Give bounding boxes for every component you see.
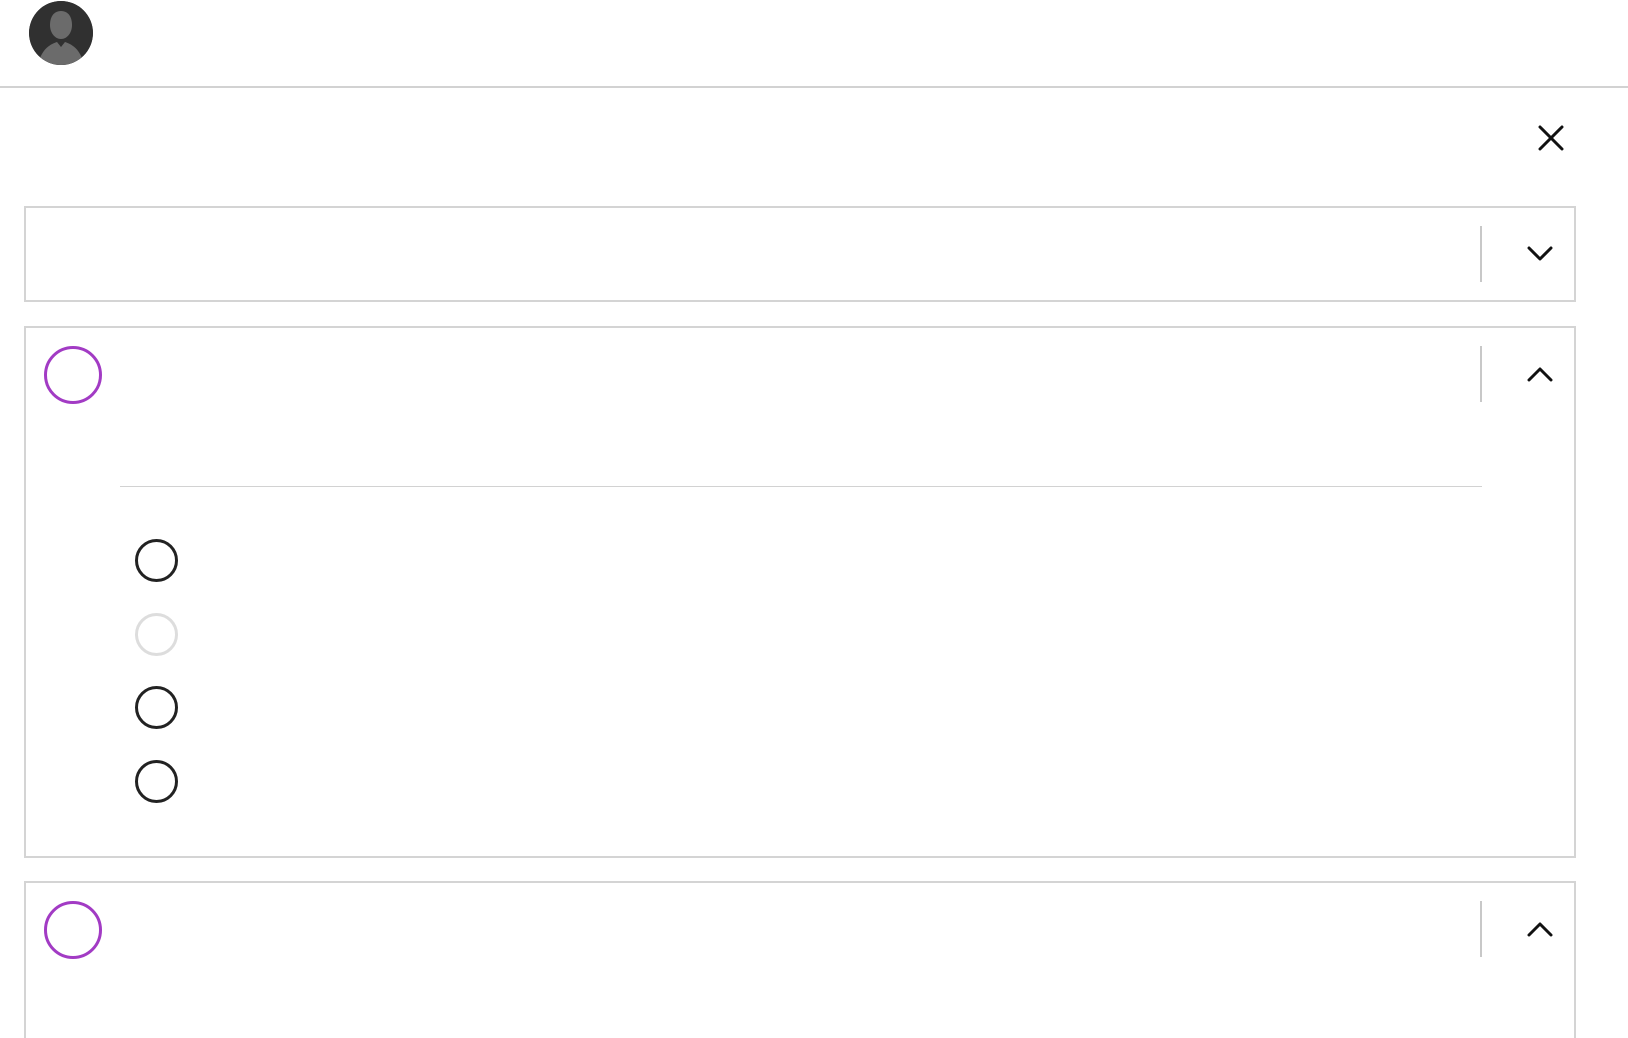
radio-option-3[interactable] <box>135 686 178 729</box>
radio-option-4[interactable] <box>135 760 178 803</box>
close-button[interactable] <box>1530 117 1572 159</box>
separator <box>120 486 1482 487</box>
divider <box>1480 901 1482 957</box>
expand-button[interactable] <box>1522 236 1558 272</box>
divider <box>1480 226 1482 282</box>
empty-circle-icon <box>44 346 102 404</box>
radio-option-1[interactable] <box>135 539 178 582</box>
close-icon <box>1538 125 1564 151</box>
empty-circle-icon <box>44 901 102 959</box>
chevron-up-icon <box>1527 367 1553 382</box>
radio-option-2 <box>135 613 178 656</box>
collapse-button[interactable] <box>1522 356 1558 392</box>
divider <box>1480 346 1482 402</box>
chevron-down-icon <box>1527 246 1553 261</box>
section-card-1[interactable] <box>24 206 1576 302</box>
chevron-up-icon <box>1527 922 1553 937</box>
section-card-2 <box>24 326 1576 858</box>
user-avatar-icon[interactable] <box>29 1 93 65</box>
top-bar <box>0 0 1628 88</box>
collapse-button[interactable] <box>1522 911 1558 947</box>
section-card-3 <box>24 881 1576 1038</box>
